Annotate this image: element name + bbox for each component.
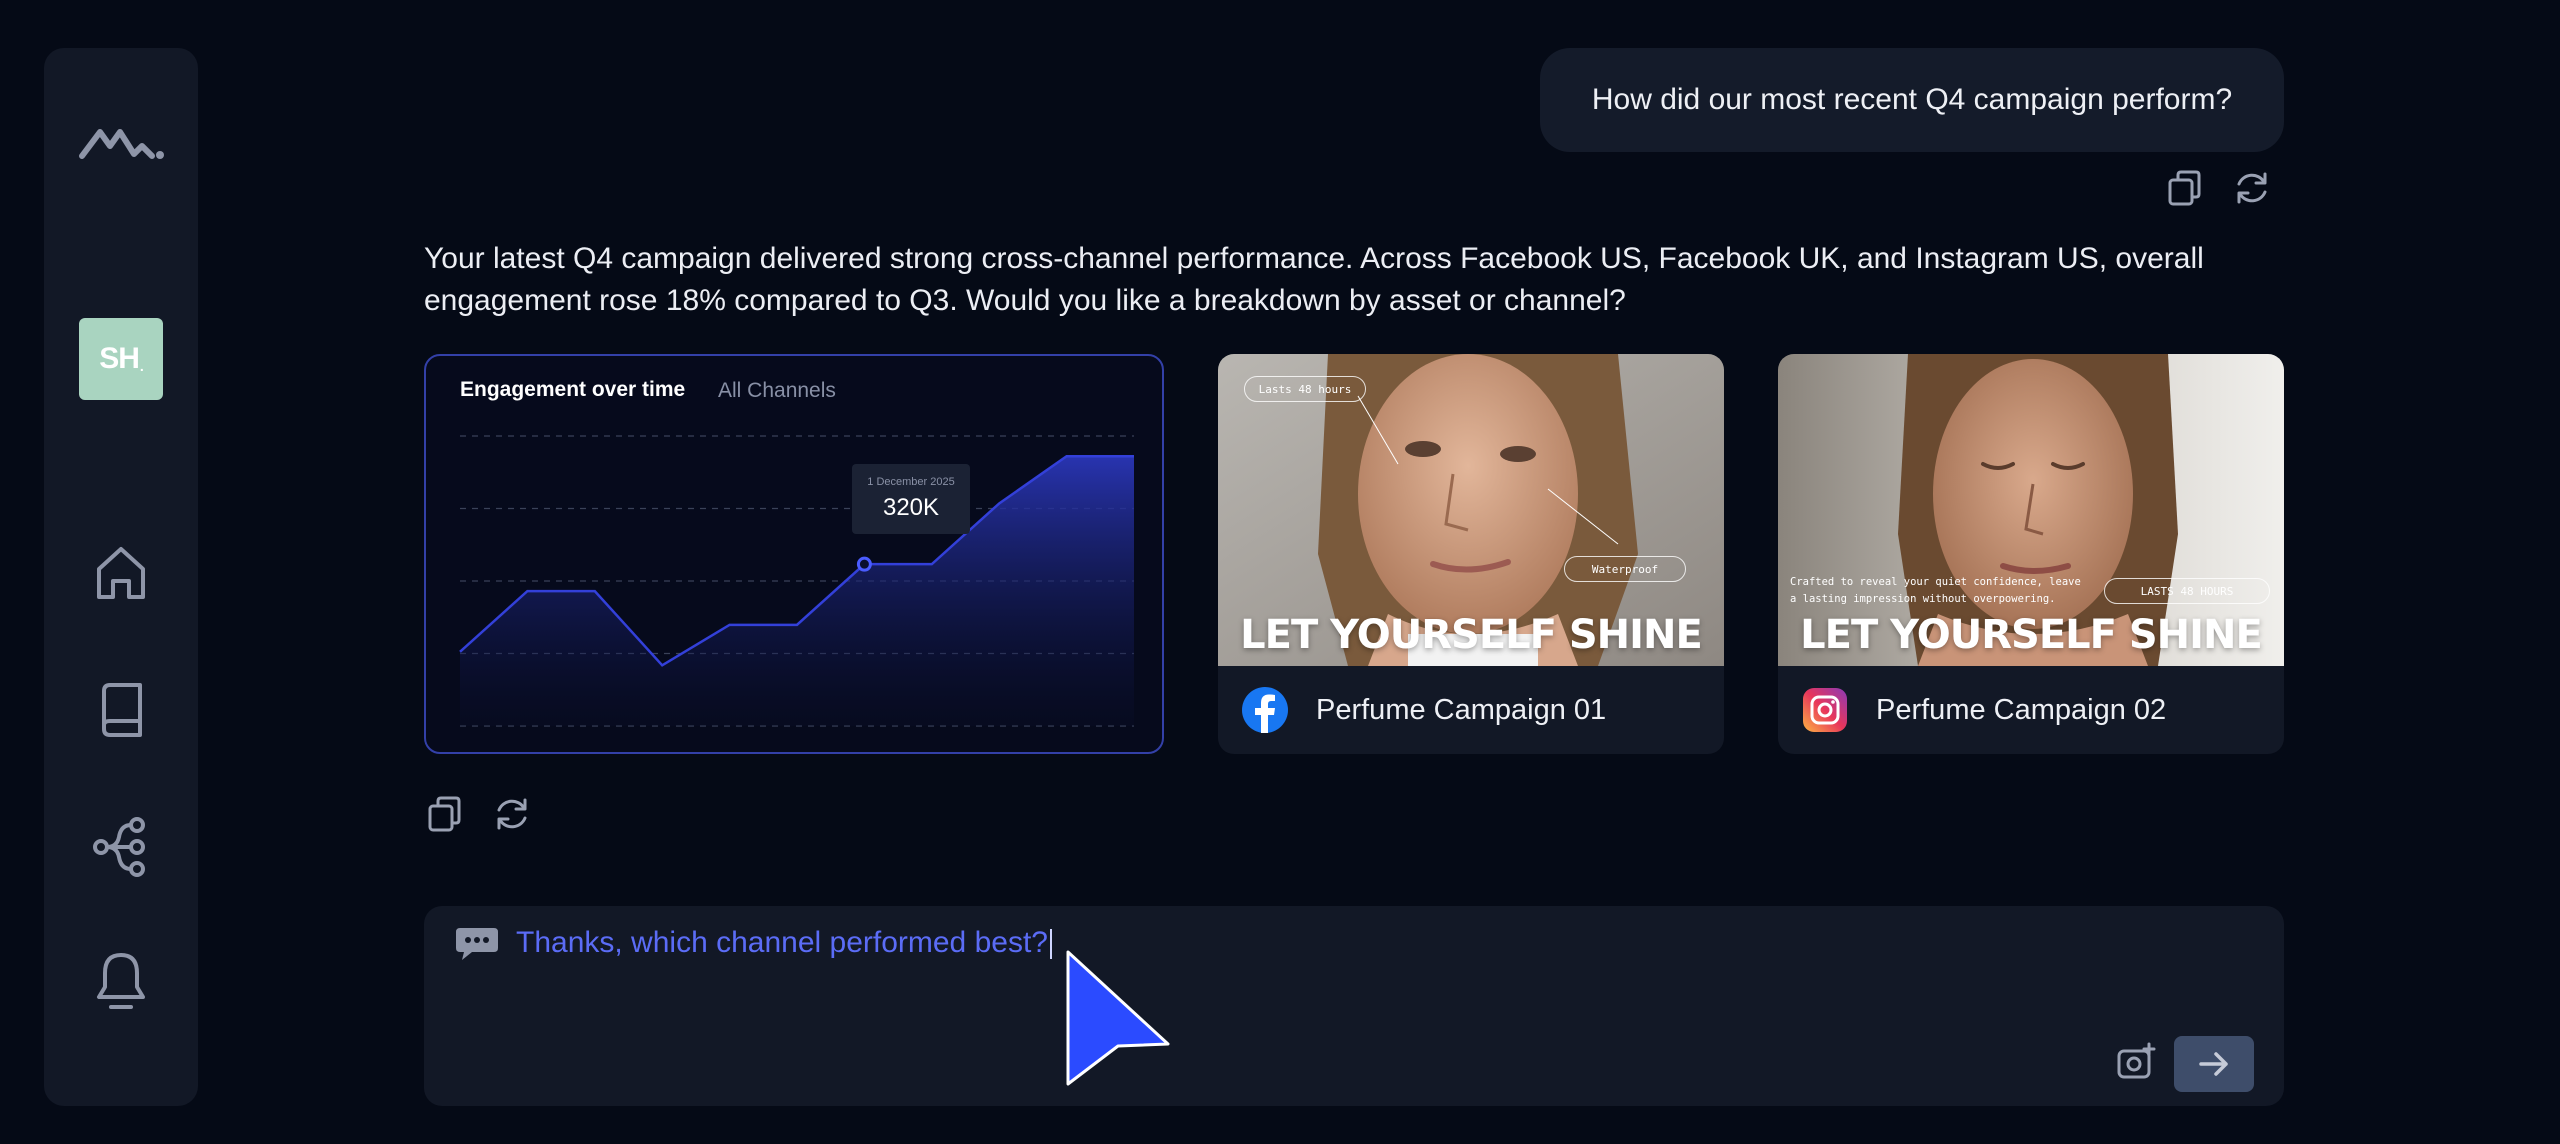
add-image-icon[interactable] [2116,1042,2156,1082]
campaign-card-2[interactable]: Crafted to reveal your quiet confidence,… [1778,354,2284,754]
chat-input-value: Thanks, which channel performed best? [516,926,1048,959]
chart-title: Engagement over time [460,378,686,401]
campaign-2-name: Perfume Campaign 02 [1876,693,2167,726]
assistant-message-text: Your latest Q4 campaign delivered strong… [424,242,2204,317]
workspace-avatar[interactable]: SH. [79,318,163,400]
sidebar: SH. [44,48,198,1106]
campaign-1-headline: LET YOURSELF SHINE [1240,612,1703,658]
chart-tooltip: 1 December 2025 320K [852,464,970,534]
engagement-chart-card[interactable]: Engagement over time All Channels 1 Dece… [424,354,1164,754]
campaign-image-1: Lasts 48 hours Waterproof LET YOURSELF S… [1218,354,1724,666]
user-message-text: How did our most recent Q4 campaign perf… [1591,83,2233,116]
regenerate-icon[interactable] [2232,168,2272,208]
campaign-image-2: Crafted to reveal your quiet confidence,… [1778,354,2284,666]
campaign-1-tag-lasts: Lasts 48 hours [1244,376,1366,402]
campaign-1-tag-waterproof: Waterproof [1564,556,1686,582]
text-caret [1049,929,1052,960]
bell-icon[interactable] [89,946,153,1016]
instagram-icon [1803,688,1847,732]
mouse-pointer-icon [1066,950,1170,1086]
workflow-icon[interactable] [89,812,153,882]
arrow-right-icon [2199,1052,2228,1076]
chat-input-box[interactable]: Thanks, which channel performed best? [424,906,2284,1106]
chart-subtitle[interactable]: All Channels [718,379,836,403]
campaign-2-blurb: Crafted to reveal your quiet confidence,… [1790,576,2081,605]
copy-icon[interactable] [424,794,464,834]
user-message-bubble: How did our most recent Q4 campaign perf… [1540,48,2284,152]
chat-bubble-icon [456,928,498,960]
avatar-suffix: . [139,358,144,374]
campaign-2-footer: Perfume Campaign 02 [1778,666,2284,754]
app-root: SH. How did our most recent Q4 campaign … [0,0,2560,1144]
send-button[interactable] [2174,1036,2254,1092]
campaign-1-footer: Perfume Campaign 01 [1218,666,1724,754]
user-message-actions [2164,168,2272,208]
avatar-initials: SH [99,342,140,375]
home-icon[interactable] [89,538,153,608]
logo-icon[interactable] [76,114,166,174]
engagement-chart [459,435,1134,727]
assistant-message-actions [424,794,532,834]
campaign-1-name: Perfume Campaign 01 [1316,693,1607,726]
tooltip-date: 1 December 2025 [867,476,955,488]
book-icon[interactable] [89,676,153,746]
chart-highlight-point[interactable] [856,556,872,572]
campaign-2-tag-lasts: LASTS 48 HOURS [2104,578,2270,604]
tooltip-value: 320K [882,494,940,521]
copy-icon[interactable] [2164,168,2204,208]
campaign-card-1[interactable]: Lasts 48 hours Waterproof LET YOURSELF S… [1218,354,1724,754]
campaign-2-headline: LET YOURSELF SHINE [1800,612,2263,658]
facebook-icon [1242,687,1288,733]
regenerate-icon[interactable] [492,794,532,834]
